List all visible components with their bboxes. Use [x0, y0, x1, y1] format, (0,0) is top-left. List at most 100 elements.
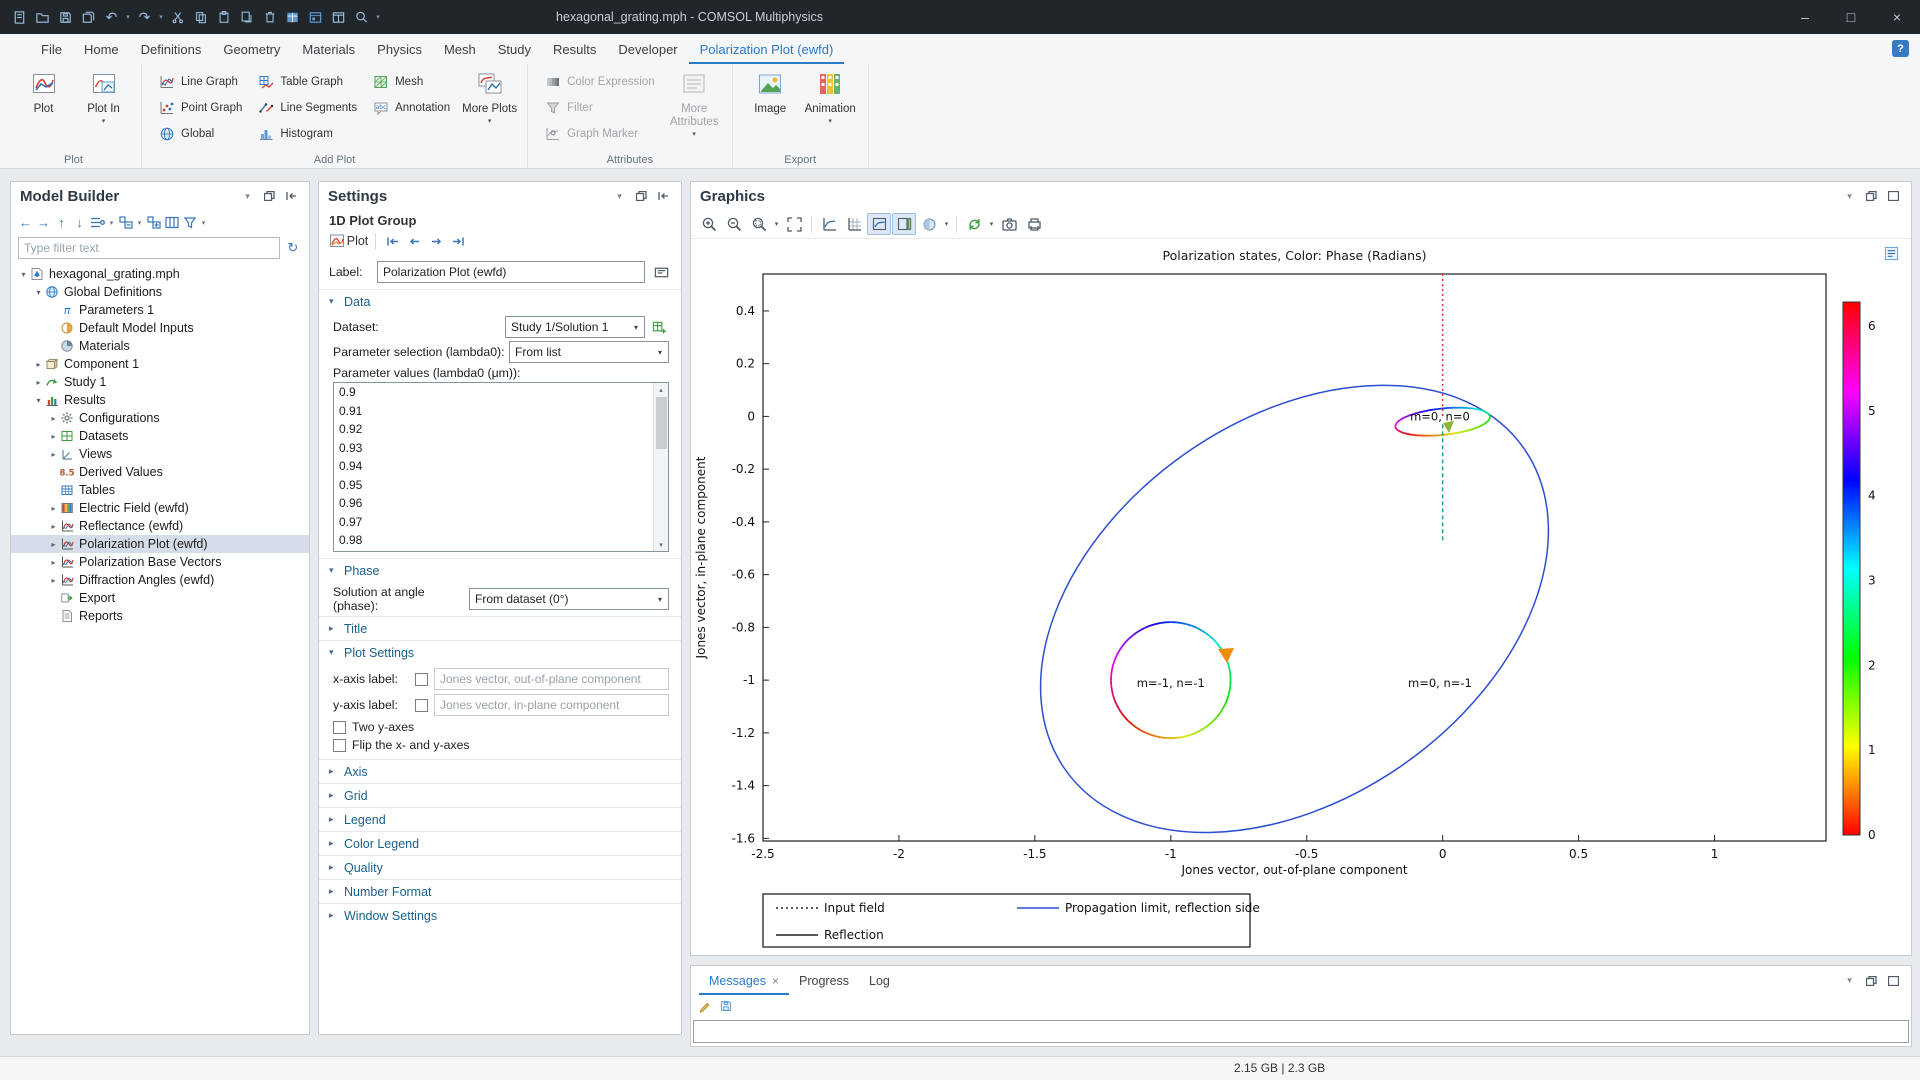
menu-tab-geometry[interactable]: Geometry	[212, 34, 291, 64]
ribbon-line-graph-button[interactable]: Line Graph	[151, 69, 250, 95]
section-grid[interactable]: ▸Grid	[319, 783, 681, 807]
save-all-icon[interactable]	[77, 5, 100, 29]
param-values-list[interactable]: 0.90.910.920.930.940.950.960.970.98 ▴ ▾	[333, 382, 669, 552]
menu-tab-mesh[interactable]: Mesh	[433, 34, 487, 64]
model-tree-columns-icon[interactable]	[163, 213, 180, 233]
edit-log-icon[interactable]	[698, 999, 712, 1016]
scroll-up-icon[interactable]: ▴	[659, 383, 663, 396]
ribbon-table-graph-button[interactable]: Table Graph	[250, 69, 365, 95]
ribbon-global-button[interactable]: Global	[151, 121, 250, 147]
scrollbar-thumb[interactable]	[656, 397, 667, 449]
maximize-panel-icon[interactable]	[1885, 189, 1902, 204]
float-panel-icon[interactable]	[633, 189, 650, 204]
hide-panel-icon[interactable]	[655, 189, 672, 204]
ribbon-annotation-button[interactable]: abcAnnotation	[365, 95, 458, 121]
section-axis[interactable]: ▸Axis	[319, 759, 681, 783]
scrollbar[interactable]: ▴ ▾	[653, 383, 668, 551]
forward-icon[interactable]: →	[35, 213, 52, 233]
filter-tree-icon[interactable]	[181, 213, 198, 233]
menu-tab-physics[interactable]: Physics	[366, 34, 433, 64]
collapse-all-icon[interactable]	[117, 213, 134, 233]
tree-expand-icon[interactable]: ▸	[47, 522, 60, 531]
panel-menu-icon[interactable]: ▾	[239, 189, 256, 204]
solution-angle-select[interactable]: From dataset (0°)▾	[469, 588, 669, 610]
param-selection-select[interactable]: From list▾	[509, 341, 669, 363]
move-up-icon[interactable]: ↑	[53, 213, 70, 233]
tree-expand-icon[interactable]: ▸	[47, 576, 60, 585]
plot-run-icon[interactable]	[327, 232, 346, 250]
first-parameter-icon[interactable]	[383, 232, 402, 250]
tab-log[interactable]: Log	[859, 966, 900, 995]
section-phase[interactable]: ▾ Phase	[319, 558, 681, 582]
param-value-option[interactable]: 0.9	[334, 383, 653, 402]
undo-icon[interactable]: ↶	[100, 5, 123, 29]
tree-filter-input[interactable]	[18, 237, 280, 259]
menu-tab-study[interactable]: Study	[487, 34, 542, 64]
y-axis-label-checkbox[interactable]	[415, 699, 428, 712]
plot-toolbar-label[interactable]: Plot	[349, 232, 368, 250]
label-input[interactable]	[377, 261, 645, 283]
tree-item-hexagonal-grating-mph[interactable]: ▾hexagonal_grating.mph	[11, 265, 309, 283]
float-panel-icon[interactable]	[1863, 189, 1880, 204]
param-value-option[interactable]: 0.92	[334, 420, 653, 439]
tree-collapse-icon[interactable]: ▾	[32, 288, 45, 297]
copy-icon[interactable]	[189, 5, 212, 29]
tree-item-configurations[interactable]: ▸Configurations	[11, 409, 309, 427]
tree-item-study-1[interactable]: ▸Study 1	[11, 373, 309, 391]
param-value-option[interactable]: 0.96	[334, 494, 653, 513]
tree-item-derived-values[interactable]: 8.5Derived Values	[11, 463, 309, 481]
next-parameter-icon[interactable]	[427, 232, 446, 250]
show-options-icon[interactable]	[89, 213, 106, 233]
animation-button[interactable]: Animation ▾	[802, 69, 859, 125]
tree-collapse-icon[interactable]: ▾	[17, 270, 30, 279]
new-model-icon[interactable]	[8, 5, 31, 29]
dataset-options-icon[interactable]	[649, 317, 669, 337]
ribbon-line-segments-button[interactable]: Line Segments	[250, 95, 365, 121]
redo-menu-caret-icon[interactable]: ▾	[156, 13, 166, 21]
zoom-in-icon[interactable]	[697, 213, 721, 235]
panel-menu-icon[interactable]: ▾	[611, 189, 628, 204]
previous-parameter-icon[interactable]	[405, 232, 424, 250]
paste-icon[interactable]	[212, 5, 235, 29]
model-manager-icon[interactable]	[281, 5, 304, 29]
param-value-option[interactable]: 0.91	[334, 402, 653, 421]
last-parameter-icon[interactable]	[449, 232, 468, 250]
menu-tab-results[interactable]: Results	[542, 34, 607, 64]
expand-all-icon[interactable]	[145, 213, 162, 233]
section-data[interactable]: ▾ Data	[319, 289, 681, 313]
xy-plot-view-icon[interactable]	[817, 213, 841, 235]
ribbon-point-graph-button[interactable]: Point Graph	[151, 95, 250, 121]
tree-expand-icon[interactable]: ▸	[47, 414, 60, 423]
tab-messages[interactable]: Messages×	[699, 966, 789, 995]
image-button[interactable]: Image	[742, 69, 799, 116]
menu-tab-file[interactable]: File	[30, 34, 73, 64]
update-plot-icon[interactable]	[962, 213, 986, 235]
tree-item-export[interactable]: Export	[11, 589, 309, 607]
menu-tab-definitions[interactable]: Definitions	[130, 34, 213, 64]
float-panel-icon[interactable]	[261, 189, 278, 204]
search-icon[interactable]	[350, 5, 373, 29]
save-icon[interactable]	[54, 5, 77, 29]
close-tab-icon[interactable]: ×	[772, 974, 779, 988]
maximize-panel-icon[interactable]	[1885, 973, 1902, 988]
grid-toggle-icon[interactable]	[842, 213, 866, 235]
section-number-format[interactable]: ▸Number Format	[319, 879, 681, 903]
tree-item-electric-field-ewfd[interactable]: ▸Electric Field (ewfd)	[11, 499, 309, 517]
menu-tab-developer[interactable]: Developer	[607, 34, 688, 64]
undo-menu-caret-icon[interactable]: ▾	[123, 13, 133, 21]
section-title[interactable]: ▸ Title	[319, 616, 681, 640]
plot-in-button[interactable]: Plot In ▾	[75, 69, 132, 125]
versions-icon[interactable]	[304, 5, 327, 29]
tree-item-default-model-inputs[interactable]: Default Model Inputs	[11, 319, 309, 337]
chevron-down-icon[interactable]: ▾	[772, 220, 781, 228]
zoom-extents-icon[interactable]	[782, 213, 806, 235]
rename-icon[interactable]	[651, 262, 671, 282]
hide-panel-icon[interactable]	[283, 189, 300, 204]
tree-collapse-icon[interactable]: ▾	[32, 396, 45, 405]
scroll-down-icon[interactable]: ▾	[659, 538, 663, 551]
open-icon[interactable]	[31, 5, 54, 29]
section-legend[interactable]: ▸Legend	[319, 807, 681, 831]
param-value-option[interactable]: 0.98	[334, 531, 653, 550]
zoom-box-icon[interactable]	[747, 213, 771, 235]
ribbon-histogram-button[interactable]: Histogram	[250, 121, 365, 147]
